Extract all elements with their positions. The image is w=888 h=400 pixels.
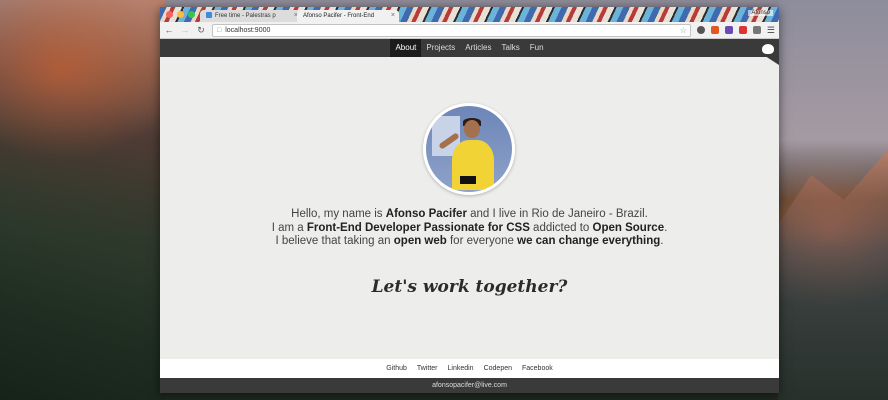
nav-item-about[interactable]: About	[390, 39, 422, 57]
footer-link-codepen[interactable]: Codepen	[484, 365, 512, 372]
extension-camera-icon[interactable]	[752, 26, 761, 34]
footer-link-twitter[interactable]: Twitter	[417, 365, 438, 372]
tab-title: Free time - Palestras p	[215, 13, 276, 19]
footer-link-github[interactable]: Github	[386, 365, 407, 372]
tab-title: Afonso Pacifer - Front-End	[303, 13, 375, 19]
browser-window: Free time - Palestras p × Afonso Pacifer…	[160, 7, 779, 393]
main-nav: About Projects Articles Talks Fun	[160, 39, 779, 57]
arrow-left-icon[interactable]: ←	[164, 25, 174, 35]
bio-role: Front-End Developer Passionate for CSS	[306, 221, 530, 234]
avatar-head	[464, 120, 480, 138]
mountain-left	[0, 0, 165, 400]
tab-free-time[interactable]: Free time - Palestras p ×	[200, 10, 302, 22]
footer-link-facebook[interactable]: Facebook	[522, 365, 553, 372]
url-text: localhost:9000	[225, 26, 271, 34]
favicon-icon	[206, 12, 212, 18]
extension-x-icon[interactable]	[738, 26, 747, 34]
hamburger-icon[interactable]: ☰	[767, 25, 775, 36]
bio-line-2: I am a Front-End Developer Passionate fo…	[160, 222, 779, 236]
window-controls	[166, 11, 195, 18]
bio-open-web: open web	[393, 235, 447, 247]
profile-button[interactable]: Afonso	[748, 10, 773, 16]
footer-link-linkedin[interactable]: Linkedin	[448, 365, 474, 372]
bio-text-segment: Hello, my name is	[291, 208, 386, 220]
bio-text: Hello, my name is Afonso Pacifer and I l…	[160, 208, 779, 249]
address-bar[interactable]: □ localhost:9000 ☆	[212, 23, 691, 37]
footer-email[interactable]: afonsopacifer@live.com	[160, 378, 779, 393]
octocat-icon	[762, 44, 774, 54]
close-tab-icon[interactable]: ×	[391, 10, 395, 22]
bio-text-segment: I am a	[271, 221, 307, 234]
footer-links: Github Twitter Linkedin Codepen Facebook	[160, 359, 779, 378]
tab-strip: Free time - Palestras p × Afonso Pacifer…	[160, 7, 779, 22]
cta-heading: Let's work together?	[371, 277, 568, 297]
nav-item-articles[interactable]: Articles	[460, 39, 496, 57]
page-icon: □	[217, 26, 222, 34]
avatar	[423, 103, 515, 195]
bio-text-segment: .	[664, 221, 668, 234]
extension-red-icon[interactable]	[710, 26, 719, 34]
zoom-window-button[interactable]	[188, 11, 195, 18]
bio-text-segment: for everyone	[446, 235, 518, 247]
arrow-right-icon[interactable]: →	[180, 25, 190, 35]
nav-item-talks[interactable]: Talks	[497, 39, 525, 57]
page-content: About Projects Articles Talks Fun Hello,…	[160, 39, 779, 393]
bio-line-1: Hello, my name is Afonso Pacifer and I l…	[160, 208, 779, 222]
nav-item-fun[interactable]: Fun	[525, 39, 549, 57]
browser-toolbar: ← → ↻ □ localhost:9000 ☆ ☰	[160, 22, 779, 39]
star-icon[interactable]: ☆	[680, 25, 687, 36]
bio-text-segment: I believe that taking an	[275, 235, 394, 247]
bio-text-segment: addicted to	[529, 221, 593, 234]
bio-name: Afonso Pacifer	[385, 208, 467, 220]
bio-open-source: Open Source	[592, 221, 665, 234]
reload-icon[interactable]: ↻	[196, 25, 206, 36]
close-window-button[interactable]	[166, 11, 173, 18]
avatar-badge	[460, 176, 476, 184]
minimize-window-button[interactable]	[177, 11, 184, 18]
extension-purple-icon[interactable]	[724, 26, 733, 34]
bio-text-segment: and I live in Rio de Janeiro - Brazil.	[466, 208, 648, 220]
tab-afonso-pacifer[interactable]: Afonso Pacifer - Front-End ×	[297, 10, 399, 22]
bio-line-3: I believe that taking an open web for ev…	[160, 235, 779, 249]
bio-text-segment: .	[660, 235, 664, 247]
nav-item-projects[interactable]: Projects	[421, 39, 460, 57]
extension-clock-icon[interactable]	[696, 26, 705, 34]
bio-change: we can change everything	[517, 235, 661, 247]
